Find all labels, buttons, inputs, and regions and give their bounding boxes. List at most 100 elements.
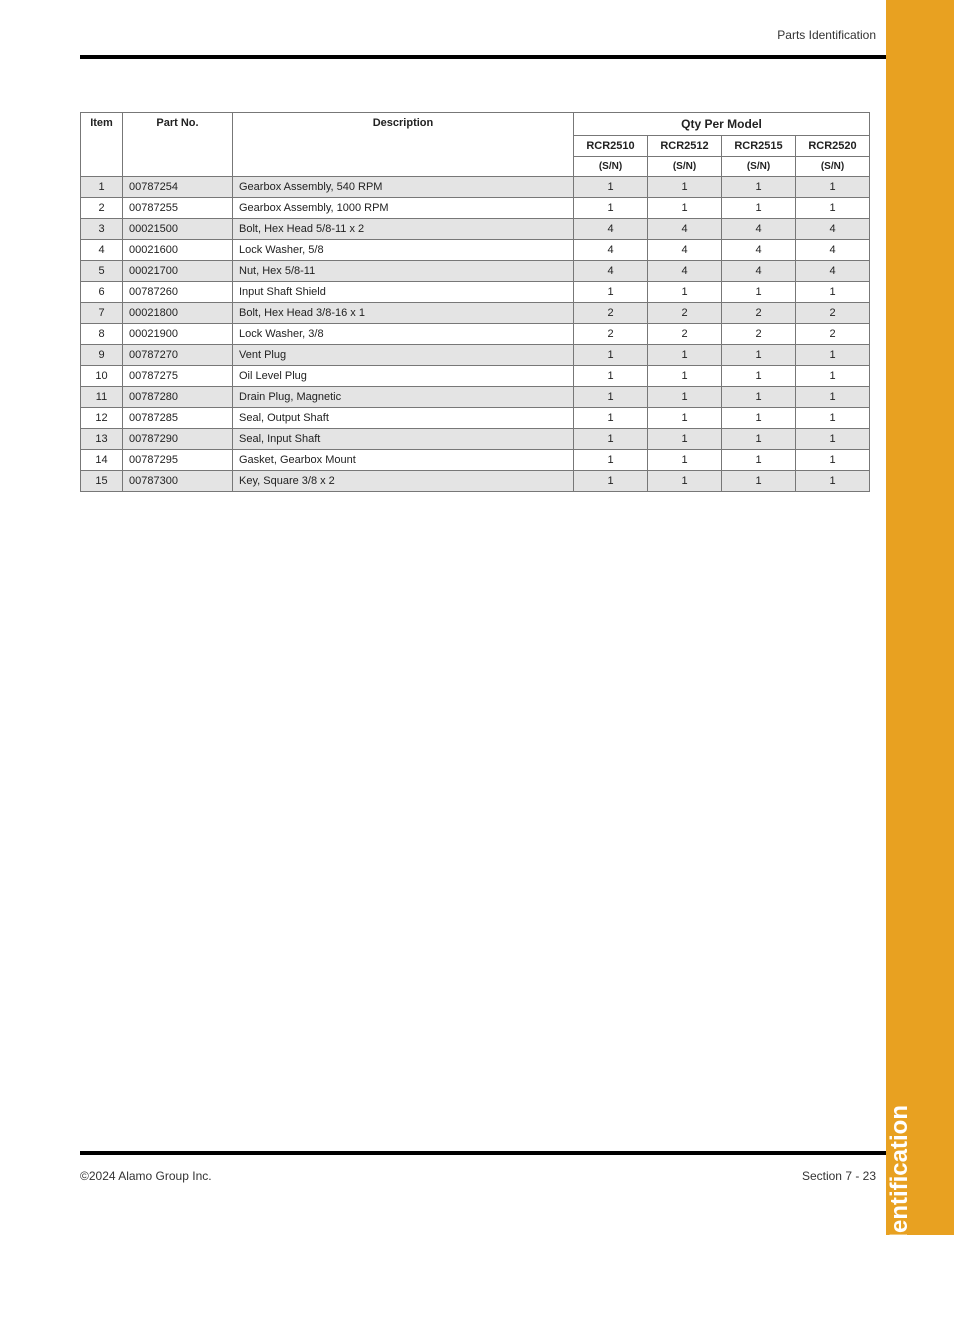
cell-part: 00787295 [123, 450, 233, 471]
footer-page-number: Section 7 - 23 [802, 1169, 876, 1183]
cell-item: 1 [81, 177, 123, 198]
cell-q2: 2 [722, 324, 796, 345]
cell-q2: 1 [722, 450, 796, 471]
cell-q3: 1 [796, 387, 870, 408]
cell-q3: 1 [796, 345, 870, 366]
table-row: 1300787290Seal, Input Shaft1111 [81, 429, 870, 450]
cell-desc: Drain Plug, Magnetic [233, 387, 574, 408]
cell-q1: 4 [648, 219, 722, 240]
col-header-model-3: RCR2520 [796, 136, 870, 157]
cell-q0: 1 [574, 282, 648, 303]
cell-desc: Input Shaft Shield [233, 282, 574, 303]
cell-q0: 4 [574, 240, 648, 261]
cell-part: 00787270 [123, 345, 233, 366]
cell-item: 6 [81, 282, 123, 303]
cell-item: 15 [81, 471, 123, 492]
cell-part: 00787285 [123, 408, 233, 429]
cell-q1: 1 [648, 198, 722, 219]
cell-item: 5 [81, 261, 123, 282]
table-row: 1400787295Gasket, Gearbox Mount1111 [81, 450, 870, 471]
col-header-sn-3: (S/N) [796, 157, 870, 177]
cell-part: 00787280 [123, 387, 233, 408]
cell-q2: 4 [722, 240, 796, 261]
cell-desc: Bolt, Hex Head 5/8-11 x 2 [233, 219, 574, 240]
col-header-part: Part No. [123, 113, 233, 177]
cell-q2: 1 [722, 366, 796, 387]
cell-item: 3 [81, 219, 123, 240]
side-tab-bar: Parts Identification [886, 0, 954, 1235]
cell-q0: 1 [574, 345, 648, 366]
cell-part: 00021600 [123, 240, 233, 261]
cell-q2: 4 [722, 219, 796, 240]
cell-item: 9 [81, 345, 123, 366]
cell-part: 00787300 [123, 471, 233, 492]
cell-q0: 1 [574, 429, 648, 450]
cell-q0: 1 [574, 198, 648, 219]
cell-q2: 2 [722, 303, 796, 324]
table-row: 200787255Gearbox Assembly, 1000 RPM1111 [81, 198, 870, 219]
cell-q1: 1 [648, 345, 722, 366]
cell-q3: 1 [796, 408, 870, 429]
cell-q2: 4 [722, 261, 796, 282]
col-header-model-0: RCR2510 [574, 136, 648, 157]
cell-q0: 1 [574, 177, 648, 198]
cell-q2: 1 [722, 198, 796, 219]
col-header-sn-2: (S/N) [722, 157, 796, 177]
cell-item: 14 [81, 450, 123, 471]
cell-q0: 1 [574, 387, 648, 408]
cell-desc: Oil Level Plug [233, 366, 574, 387]
cell-part: 00787260 [123, 282, 233, 303]
cell-q2: 1 [722, 408, 796, 429]
table-row: 900787270Vent Plug1111 [81, 345, 870, 366]
cell-q3: 1 [796, 450, 870, 471]
table-row: 600787260Input Shaft Shield1111 [81, 282, 870, 303]
cell-desc: Nut, Hex 5/8-11 [233, 261, 574, 282]
cell-q2: 1 [722, 471, 796, 492]
cell-q2: 1 [722, 282, 796, 303]
cell-q0: 2 [574, 324, 648, 345]
cell-desc: Seal, Output Shaft [233, 408, 574, 429]
cell-item: 4 [81, 240, 123, 261]
cell-desc: Key, Square 3/8 x 2 [233, 471, 574, 492]
cell-q1: 1 [648, 282, 722, 303]
cell-q0: 1 [574, 450, 648, 471]
cell-q0: 4 [574, 219, 648, 240]
col-header-desc: Description [233, 113, 574, 177]
page-root: Parts Identification Parts Identificatio… [0, 0, 954, 1235]
cell-q3: 1 [796, 177, 870, 198]
cell-q3: 2 [796, 303, 870, 324]
cell-part: 00787255 [123, 198, 233, 219]
cell-desc: Seal, Input Shaft [233, 429, 574, 450]
cell-part: 00021800 [123, 303, 233, 324]
cell-part: 00021900 [123, 324, 233, 345]
col-header-sn-0: (S/N) [574, 157, 648, 177]
cell-part: 00021500 [123, 219, 233, 240]
cell-desc: Vent Plug [233, 345, 574, 366]
cell-q1: 1 [648, 366, 722, 387]
cell-q3: 4 [796, 261, 870, 282]
cell-item: 8 [81, 324, 123, 345]
col-header-model-1: RCR2512 [648, 136, 722, 157]
cell-item: 2 [81, 198, 123, 219]
cell-desc: Lock Washer, 3/8 [233, 324, 574, 345]
cell-part: 00787275 [123, 366, 233, 387]
table-row: 100787254Gearbox Assembly, 540 RPM1111 [81, 177, 870, 198]
header-section-title: Parts Identification [777, 28, 876, 42]
cell-item: 13 [81, 429, 123, 450]
cell-q2: 1 [722, 387, 796, 408]
table-row: 1200787285Seal, Output Shaft1111 [81, 408, 870, 429]
table-row: 800021900Lock Washer, 3/82222 [81, 324, 870, 345]
table-row: 500021700Nut, Hex 5/8-114444 [81, 261, 870, 282]
cell-desc: Bolt, Hex Head 3/8-16 x 1 [233, 303, 574, 324]
cell-q1: 1 [648, 387, 722, 408]
cell-item: 12 [81, 408, 123, 429]
cell-part: 00787290 [123, 429, 233, 450]
cell-q1: 2 [648, 303, 722, 324]
cell-desc: Gasket, Gearbox Mount [233, 450, 574, 471]
cell-q1: 1 [648, 408, 722, 429]
cell-q1: 4 [648, 261, 722, 282]
table-row: 1000787275Oil Level Plug1111 [81, 366, 870, 387]
cell-q0: 1 [574, 366, 648, 387]
col-header-item: Item [81, 113, 123, 177]
parts-table-container: Item Part No. Description Qty Per Model … [80, 112, 870, 492]
